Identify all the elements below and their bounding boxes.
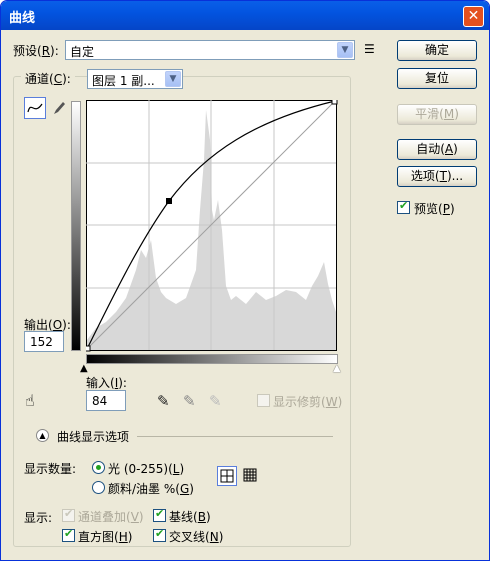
- curve-options-label: 曲线显示选项: [57, 430, 130, 444]
- window-title: 曲线: [9, 11, 36, 26]
- smooth-button: 平滑(M): [397, 104, 477, 125]
- intersection-checkbox[interactable]: [153, 527, 166, 542]
- title-bar: 曲线 ✕: [1, 1, 489, 30]
- preset-options-icon[interactable]: ☰: [364, 42, 375, 56]
- white-eyedropper-icon[interactable]: ✎: [209, 392, 222, 410]
- pigment-label: 颜料/油墨 %(G): [108, 482, 194, 496]
- black-eyedropper-icon[interactable]: ✎: [157, 392, 170, 410]
- curves-dialog: 曲线 ✕ 预设(R): 自定 ▼ ☰ 确定 复位 平滑(M) 自动(A) 选项(…: [0, 0, 490, 561]
- baseline-label: 基线(B): [169, 510, 211, 524]
- preview-checkbox[interactable]: [397, 199, 410, 214]
- preset-label: 预设(R):: [13, 44, 59, 58]
- close-button[interactable]: ✕: [463, 6, 484, 27]
- output-field[interactable]: 152: [24, 331, 64, 352]
- hand-adjust-tool-icon[interactable]: ☝: [25, 391, 35, 410]
- reset-button[interactable]: 复位: [397, 68, 477, 89]
- output-gradient-bar: [71, 101, 81, 351]
- preset-select[interactable]: 自定 ▼: [65, 40, 355, 60]
- input-field[interactable]: 84: [86, 390, 126, 411]
- histogram-label: 直方图(H): [78, 530, 133, 544]
- close-icon: ✕: [467, 8, 480, 24]
- collapse-chevron-icon[interactable]: ▲: [36, 429, 49, 442]
- auto-button[interactable]: 自动(A): [397, 139, 477, 160]
- preset-value: 自定: [70, 45, 95, 59]
- channel-select[interactable]: 图层 1 副... ▼: [87, 69, 183, 89]
- chevron-down-icon: ▼: [337, 42, 353, 58]
- show-clipping-label: 显示修剪(W): [273, 395, 343, 409]
- white-point-slider-icon[interactable]: ▲: [333, 363, 341, 374]
- channel-overlays-checkbox: [62, 507, 75, 522]
- separator: [137, 436, 333, 437]
- curve-point-tool-icon[interactable]: [24, 97, 46, 119]
- light-label: 光 (0-255)(L): [108, 462, 185, 476]
- channel-label: 通道(C):: [21, 70, 75, 90]
- preview-label: 预览(P): [414, 202, 455, 216]
- black-point-slider-icon[interactable]: ▲: [80, 363, 88, 374]
- show-amount-label: 显示数量:: [24, 462, 77, 476]
- chevron-down-icon: ▼: [165, 71, 181, 87]
- show-label: 显示:: [24, 511, 53, 525]
- channel-overlays-label: 通道叠加(V): [78, 510, 144, 524]
- curve-graph[interactable]: [86, 100, 338, 352]
- baseline-checkbox[interactable]: [153, 507, 166, 522]
- show-clipping-checkbox: [257, 394, 270, 407]
- intersection-label: 交叉线(N): [169, 530, 224, 544]
- channel-value: 图层 1 副...: [92, 74, 155, 88]
- start-point: [86, 345, 91, 352]
- control-point: [166, 198, 172, 204]
- options-button[interactable]: 选项(T)...: [397, 166, 477, 187]
- pencil-tool-icon[interactable]: [50, 99, 68, 120]
- input-gradient-bar: [86, 354, 338, 364]
- detailed-grid-icon[interactable]: [241, 466, 261, 486]
- histogram-checkbox[interactable]: [62, 527, 75, 542]
- ok-button[interactable]: 确定: [397, 40, 477, 61]
- end-point: [331, 100, 338, 105]
- pigment-radio[interactable]: [92, 481, 105, 494]
- light-radio[interactable]: [92, 461, 105, 474]
- input-label: 输入(I):: [86, 376, 127, 390]
- simple-grid-icon[interactable]: [217, 466, 237, 486]
- gray-eyedropper-icon[interactable]: ✎: [183, 392, 196, 410]
